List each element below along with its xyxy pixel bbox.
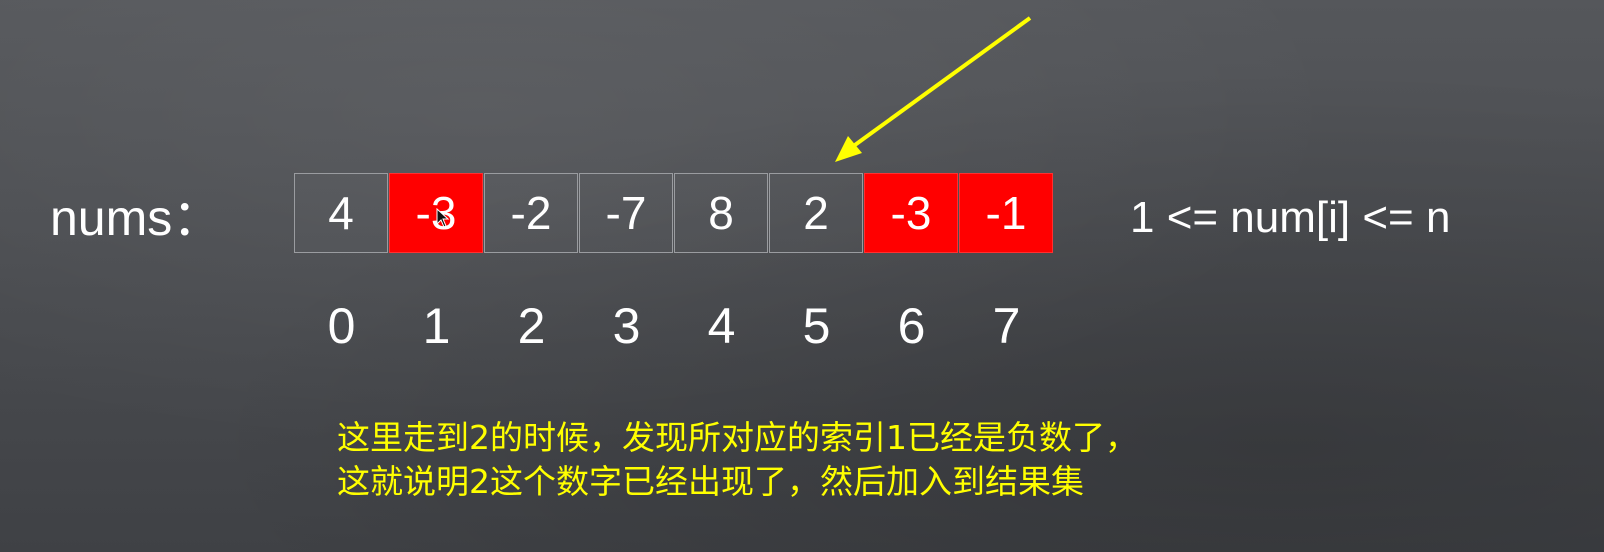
arrow-head-icon: [835, 136, 862, 162]
slide-background: nums： 4 -3 -2 -7 8 2 -3 -1 0 1 2 3 4 5 6…: [0, 0, 1604, 552]
mouse-cursor-icon: [436, 208, 450, 228]
pointer-arrow: [835, 16, 1032, 162]
arrow-shaft: [846, 16, 1032, 152]
